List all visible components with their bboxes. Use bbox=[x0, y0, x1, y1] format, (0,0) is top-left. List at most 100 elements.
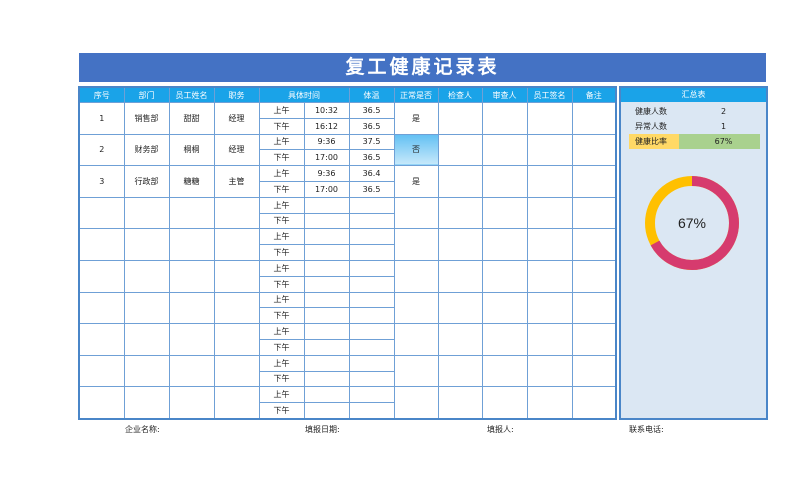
temperature-cell[interactable] bbox=[348, 354, 395, 372]
blank-cell[interactable] bbox=[571, 291, 617, 325]
blank-cell[interactable] bbox=[437, 133, 483, 167]
blank-cell[interactable] bbox=[526, 291, 573, 325]
blank-cell[interactable] bbox=[168, 386, 215, 420]
blank-cell[interactable] bbox=[213, 228, 260, 261]
time-cell[interactable] bbox=[303, 244, 350, 261]
blank-cell[interactable] bbox=[437, 102, 483, 135]
blank-cell[interactable] bbox=[168, 228, 215, 261]
blank-cell[interactable] bbox=[78, 354, 125, 388]
time-cell[interactable] bbox=[303, 228, 350, 246]
time-cell[interactable] bbox=[303, 402, 350, 420]
blank-cell[interactable] bbox=[437, 386, 483, 420]
blank-cell[interactable] bbox=[393, 196, 439, 230]
blank-cell[interactable] bbox=[123, 323, 170, 356]
blank-cell[interactable] bbox=[526, 386, 573, 420]
blank-cell[interactable] bbox=[481, 323, 528, 356]
blank-cell[interactable] bbox=[481, 291, 528, 325]
blank-cell[interactable] bbox=[168, 259, 215, 293]
blank-cell[interactable] bbox=[481, 165, 528, 198]
temperature-cell[interactable] bbox=[348, 338, 395, 356]
blank-cell[interactable] bbox=[526, 102, 573, 135]
blank-cell[interactable] bbox=[213, 291, 260, 325]
time-cell[interactable] bbox=[303, 354, 350, 372]
blank-cell[interactable] bbox=[571, 133, 617, 167]
blank-cell[interactable] bbox=[213, 259, 260, 293]
blank-cell[interactable] bbox=[123, 291, 170, 325]
blank-cell[interactable] bbox=[168, 354, 215, 388]
blank-cell[interactable] bbox=[213, 196, 260, 230]
temperature-cell[interactable] bbox=[348, 244, 395, 261]
temperature-cell[interactable] bbox=[348, 402, 395, 420]
blank-cell[interactable] bbox=[168, 291, 215, 325]
temperature-cell[interactable] bbox=[348, 259, 395, 277]
blank-cell[interactable] bbox=[213, 323, 260, 356]
blank-cell[interactable] bbox=[123, 386, 170, 420]
blank-cell[interactable] bbox=[78, 259, 125, 293]
time-cell[interactable] bbox=[303, 370, 350, 388]
blank-cell[interactable] bbox=[123, 259, 170, 293]
temperature-cell[interactable] bbox=[348, 291, 395, 309]
blank-cell[interactable] bbox=[393, 354, 439, 388]
blank-cell[interactable] bbox=[78, 386, 125, 420]
blank-cell[interactable] bbox=[571, 386, 617, 420]
temperature-cell[interactable] bbox=[348, 275, 395, 293]
blank-cell[interactable] bbox=[526, 165, 573, 198]
time-cell[interactable] bbox=[303, 386, 350, 404]
blank-cell[interactable] bbox=[123, 354, 170, 388]
time-cell[interactable] bbox=[303, 259, 350, 277]
blank-cell[interactable] bbox=[393, 386, 439, 420]
blank-cell[interactable] bbox=[437, 165, 483, 198]
blank-cell[interactable] bbox=[571, 102, 617, 135]
time-cell[interactable] bbox=[303, 338, 350, 356]
blank-cell[interactable] bbox=[571, 354, 617, 388]
blank-cell[interactable] bbox=[526, 196, 573, 230]
blank-cell[interactable] bbox=[393, 291, 439, 325]
temperature-cell[interactable] bbox=[348, 196, 395, 214]
blank-cell[interactable] bbox=[168, 196, 215, 230]
blank-cell[interactable] bbox=[526, 259, 573, 293]
blank-cell[interactable] bbox=[481, 102, 528, 135]
blank-cell[interactable] bbox=[571, 323, 617, 356]
blank-cell[interactable] bbox=[393, 323, 439, 356]
blank-cell[interactable] bbox=[437, 196, 483, 230]
blank-cell[interactable] bbox=[481, 228, 528, 261]
blank-cell[interactable] bbox=[481, 386, 528, 420]
blank-cell[interactable] bbox=[481, 259, 528, 293]
blank-cell[interactable] bbox=[123, 228, 170, 261]
blank-cell[interactable] bbox=[437, 354, 483, 388]
blank-cell[interactable] bbox=[526, 228, 573, 261]
time-cell[interactable] bbox=[303, 196, 350, 214]
time-cell[interactable] bbox=[303, 291, 350, 309]
blank-cell[interactable] bbox=[437, 259, 483, 293]
temperature-cell[interactable] bbox=[348, 323, 395, 340]
blank-cell[interactable] bbox=[213, 386, 260, 420]
blank-cell[interactable] bbox=[437, 228, 483, 261]
blank-cell[interactable] bbox=[526, 133, 573, 167]
temperature-cell[interactable] bbox=[348, 307, 395, 325]
blank-cell[interactable] bbox=[78, 228, 125, 261]
blank-cell[interactable] bbox=[526, 323, 573, 356]
time-cell[interactable] bbox=[303, 323, 350, 340]
blank-cell[interactable] bbox=[481, 354, 528, 388]
blank-cell[interactable] bbox=[571, 259, 617, 293]
temperature-cell[interactable] bbox=[348, 212, 395, 230]
blank-cell[interactable] bbox=[526, 354, 573, 388]
blank-cell[interactable] bbox=[168, 323, 215, 356]
blank-cell[interactable] bbox=[393, 228, 439, 261]
blank-cell[interactable] bbox=[78, 196, 125, 230]
time-cell[interactable] bbox=[303, 307, 350, 325]
temperature-cell[interactable] bbox=[348, 386, 395, 404]
time-cell[interactable] bbox=[303, 212, 350, 230]
temperature-cell[interactable] bbox=[348, 228, 395, 246]
temperature-cell[interactable] bbox=[348, 370, 395, 388]
blank-cell[interactable] bbox=[78, 291, 125, 325]
blank-cell[interactable] bbox=[571, 165, 617, 198]
blank-cell[interactable] bbox=[437, 323, 483, 356]
time-cell[interactable] bbox=[303, 275, 350, 293]
blank-cell[interactable] bbox=[481, 133, 528, 167]
blank-cell[interactable] bbox=[437, 291, 483, 325]
blank-cell[interactable] bbox=[393, 259, 439, 293]
blank-cell[interactable] bbox=[78, 323, 125, 356]
blank-cell[interactable] bbox=[571, 196, 617, 230]
blank-cell[interactable] bbox=[571, 228, 617, 261]
